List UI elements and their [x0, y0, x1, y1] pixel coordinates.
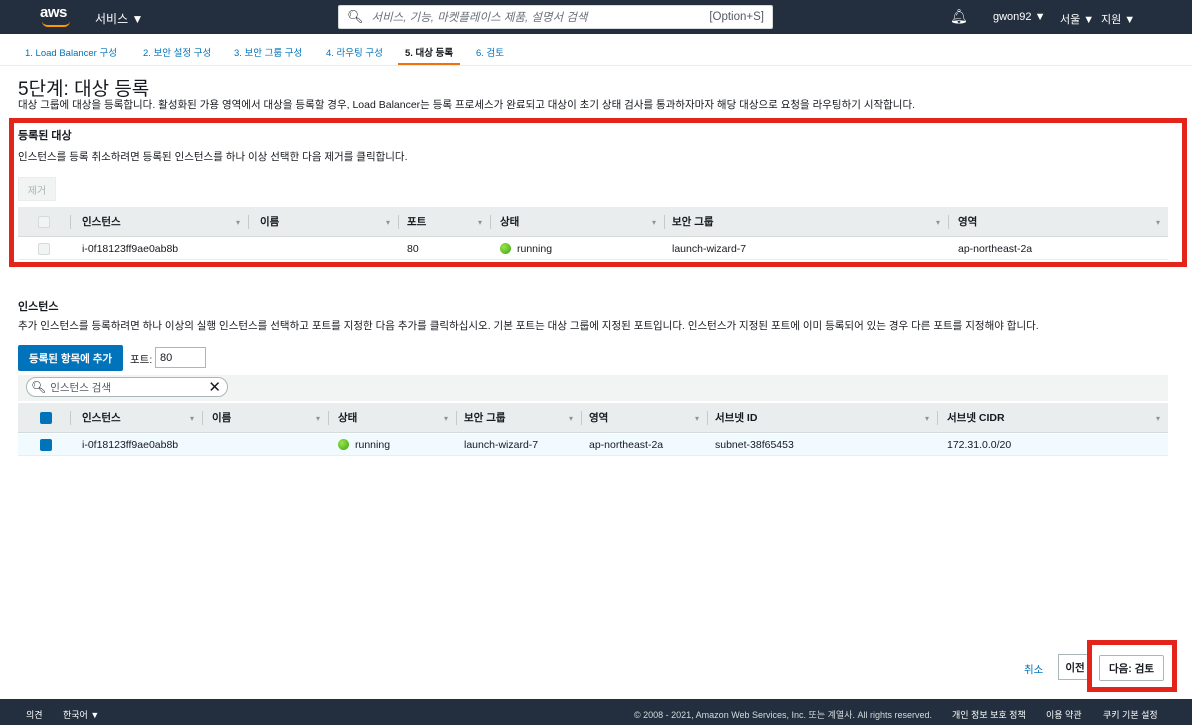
- page-footer: 의견 한국어 ▼ © 2008 - 2021, Amazon Web Servi…: [0, 699, 1192, 725]
- col-zone[interactable]: 영역: [589, 403, 608, 432]
- sort-icon[interactable]: ▾: [444, 414, 448, 423]
- services-menu[interactable]: 서비스 ▼: [95, 10, 143, 27]
- table-row[interactable]: i-0f18123ff9ae0ab8b running launch-wizar…: [18, 434, 1168, 456]
- wizard-steps: 1. Load Balancer 구성 2. 보안 설정 구성 3. 보안 그룹…: [0, 34, 1192, 66]
- col-name[interactable]: 이름: [212, 403, 231, 432]
- search-input[interactable]: 서비스, 기능, 마켓플레이스 제품, 설명서 검색: [372, 9, 588, 25]
- step-2[interactable]: 2. 보안 설정 구성: [143, 45, 211, 59]
- search-icon: 🔍︎: [347, 9, 364, 24]
- cell-subnet-id: subnet-38f65453: [715, 438, 794, 451]
- support-menu[interactable]: 지원 ▼: [1101, 11, 1135, 27]
- port-input[interactable]: 80: [155, 347, 206, 368]
- row-checkbox[interactable]: [40, 438, 52, 451]
- cell-security-group: launch-wizard-7: [464, 438, 539, 451]
- col-subnet-id[interactable]: 서브넷 ID: [715, 403, 757, 432]
- step-3[interactable]: 3. 보안 그룹 구성: [234, 45, 302, 59]
- search-shortcut-hint: [Option+S]: [709, 11, 764, 23]
- cancel-link[interactable]: 취소: [1024, 662, 1043, 677]
- sort-icon[interactable]: ▾: [316, 414, 320, 423]
- aws-logo[interactable]: aws: [40, 4, 74, 30]
- region-menu[interactable]: 서울 ▼: [1060, 11, 1094, 27]
- col-security-group[interactable]: 보안 그룹: [464, 403, 506, 432]
- col-subnet-cidr[interactable]: 서브넷 CIDR: [947, 403, 1005, 432]
- terms-link[interactable]: 이용 약관: [1046, 708, 1082, 721]
- cell-instance: i-0f18123ff9ae0ab8b: [82, 438, 179, 451]
- cell-subnet-cidr: 172.31.0.0/20: [947, 438, 1012, 451]
- bell-icon[interactable]: 🔔︎: [950, 8, 968, 25]
- instance-search-placeholder: 인스턴스 검색: [50, 381, 112, 394]
- sort-icon[interactable]: ▾: [190, 414, 194, 423]
- cell-zone: ap-northeast-2a: [589, 438, 664, 451]
- sort-icon[interactable]: ▾: [695, 414, 699, 423]
- sort-icon[interactable]: ▾: [1156, 414, 1160, 423]
- instances-title: 인스턴스: [18, 301, 59, 313]
- running-status-icon: [338, 439, 349, 450]
- cookie-preferences-link[interactable]: 쿠키 기본 설정: [1103, 708, 1158, 721]
- active-step-indicator: [398, 63, 460, 65]
- instances-table-header: 인스턴스 ▾ 이름 ▾ 상태 ▾ 보안 그룹 ▾ 영역 ▾ 서브넷 ID ▾ 서…: [18, 403, 1168, 433]
- page-description: 대상 그룹에 대상을 등록합니다. 활성화된 가용 영역에서 대상을 등록할 경…: [18, 99, 916, 111]
- step-4[interactable]: 4. 라우팅 구성: [326, 45, 383, 59]
- cell-state: running: [355, 438, 391, 451]
- select-all-checkbox[interactable]: [40, 411, 52, 424]
- feedback-link[interactable]: 의견: [26, 708, 43, 721]
- port-label: 포트:: [130, 354, 153, 366]
- aws-logo-text: aws: [40, 4, 67, 21]
- step-1[interactable]: 1. Load Balancer 구성: [25, 45, 117, 59]
- col-instance[interactable]: 인스턴스: [82, 403, 121, 432]
- step-5[interactable]: 5. 대상 등록: [405, 45, 453, 59]
- col-state[interactable]: 상태: [338, 403, 357, 432]
- instances-description: 추가 인스턴스를 등록하려면 하나 이상의 실행 인스턴스를 선택하고 포트를 …: [18, 320, 1039, 332]
- privacy-link[interactable]: 개인 정보 보호 정책: [952, 708, 1026, 721]
- clear-icon[interactable]: ✕: [208, 378, 221, 396]
- search-icon: 🔍︎: [31, 380, 47, 394]
- sort-icon[interactable]: ▾: [569, 414, 573, 423]
- sort-icon[interactable]: ▾: [925, 414, 929, 423]
- top-nav: aws 서비스 ▼ 🔍︎ 서비스, 기능, 마켓플레이스 제품, 설명서 검색 …: [0, 0, 1192, 34]
- user-menu[interactable]: gwon92 ▼: [993, 11, 1045, 23]
- language-select[interactable]: 한국어 ▼: [63, 708, 99, 721]
- instance-search-input[interactable]: 🔍︎ 인스턴스 검색 ✕: [26, 377, 228, 397]
- step-6[interactable]: 6. 검토: [476, 45, 504, 59]
- add-to-registered-button[interactable]: 등록된 항목에 추가: [18, 345, 123, 371]
- copyright-text: © 2008 - 2021, Amazon Web Services, Inc.…: [634, 710, 932, 720]
- search-bar[interactable]: 🔍︎ 서비스, 기능, 마켓플레이스 제품, 설명서 검색 [Option+S]: [338, 5, 773, 29]
- aws-smile-icon: [42, 21, 70, 27]
- highlight-box: [1087, 640, 1177, 692]
- highlight-box: [9, 118, 1187, 267]
